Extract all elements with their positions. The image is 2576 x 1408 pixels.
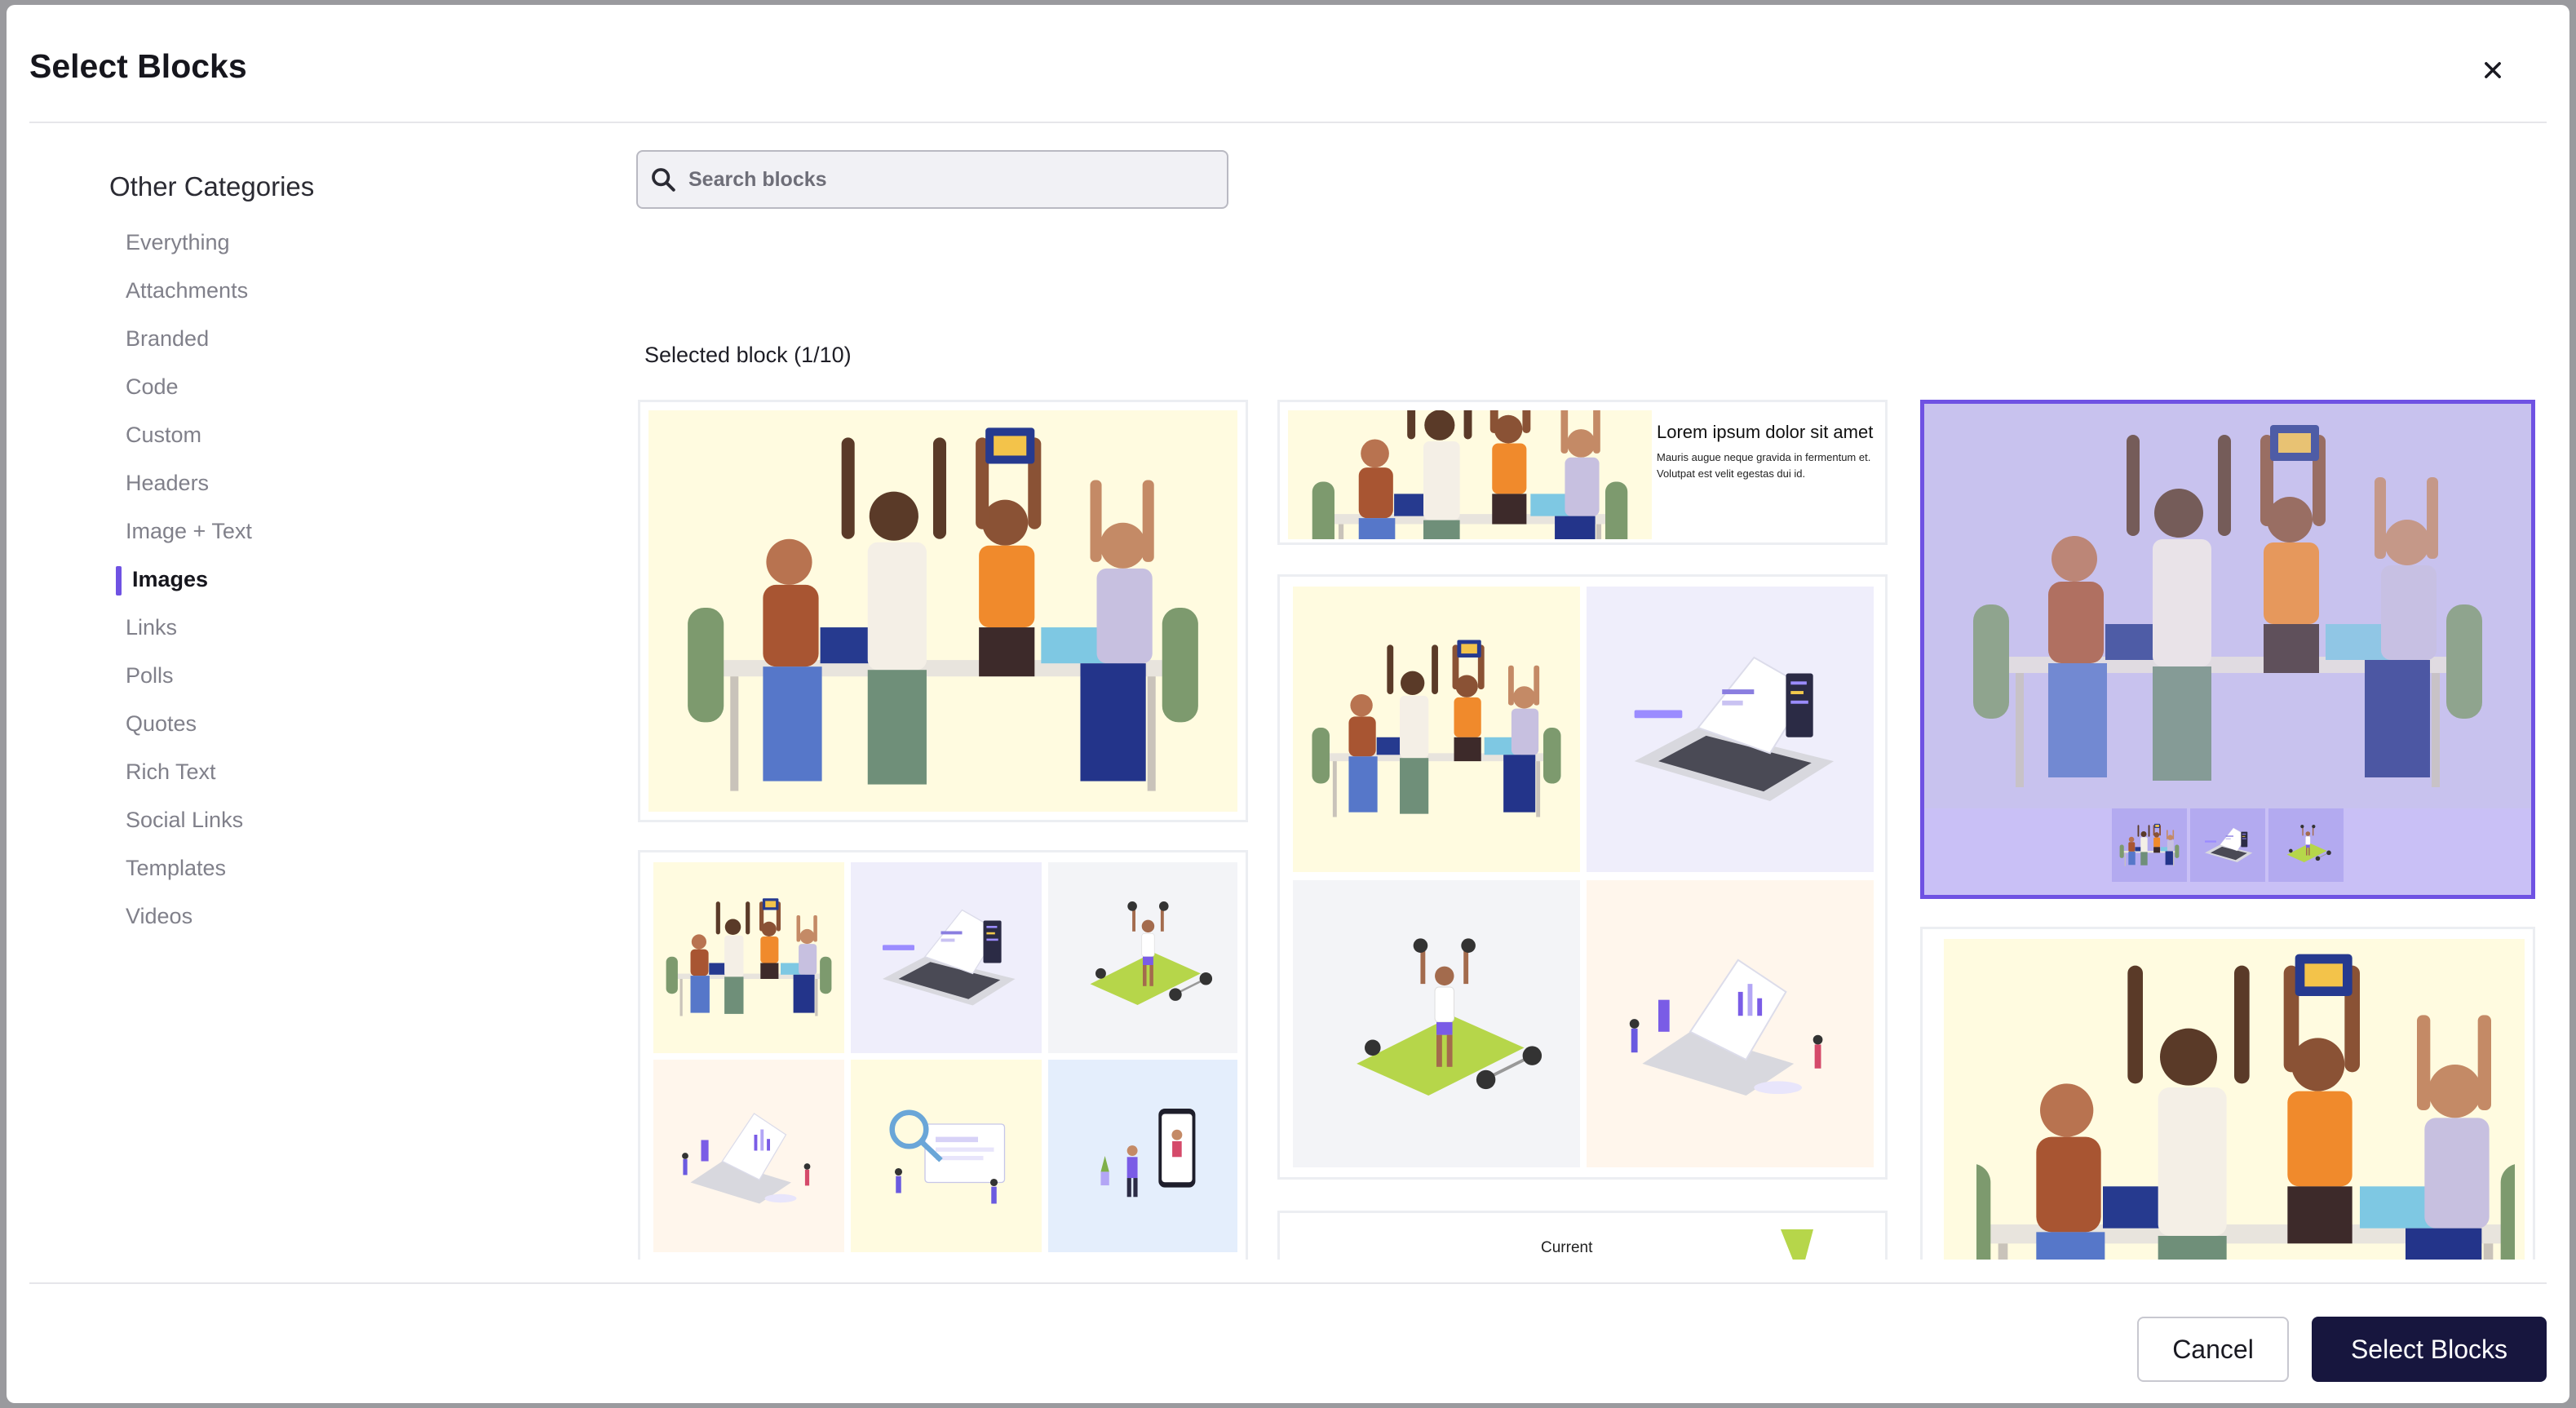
sidebar-item-templates[interactable]: Templates: [109, 844, 566, 892]
sidebar-item-headers[interactable]: Headers: [109, 459, 566, 507]
grid-cell: [1048, 1060, 1237, 1252]
grid-cell: [1587, 880, 1874, 1167]
team-celebration-illustration: [648, 410, 1237, 812]
team-celebration-illustration: [653, 862, 844, 1053]
laptop-illustration: [851, 862, 1042, 1053]
team-thumbnail-icon: [2115, 821, 2184, 870]
search-input[interactable]: [688, 167, 1194, 192]
footer-divider: [29, 1282, 2547, 1284]
image-pane: [1288, 410, 1652, 539]
close-icon: [2485, 62, 2501, 78]
analytics-illustration: [653, 1060, 844, 1252]
fitness-illustration: [1048, 862, 1237, 1053]
sidebar-item-videos[interactable]: Videos: [109, 892, 566, 941]
block-card-single-image[interactable]: [638, 400, 1248, 822]
sidebar-item-images[interactable]: Images: [109, 556, 566, 604]
block-heading: Lorem ipsum dolor sit amet: [1657, 422, 1874, 442]
close-button[interactable]: [2470, 47, 2516, 93]
sidebar-item-code[interactable]: Code: [109, 363, 566, 411]
team-celebration-illustration: [1932, 412, 2523, 804]
block-body: Mauris augue neque gravida in fermentum …: [1657, 451, 1871, 480]
block-card-gallery-selected[interactable]: [1920, 400, 2535, 899]
category-list: Everything Attachments Branded Code Cust…: [109, 219, 566, 941]
sidebar-item-links[interactable]: Links: [109, 604, 566, 652]
research-illustration: [851, 1060, 1042, 1252]
grid-cell: [1048, 862, 1237, 1053]
sidebar-heading: Other Categories: [109, 171, 315, 201]
block-gallery: Lorem ipsum dolor sit amet Mauris augue …: [635, 393, 2548, 1260]
cancel-button[interactable]: Cancel: [2137, 1317, 2289, 1382]
sidebar-item-everything[interactable]: Everything: [109, 219, 566, 267]
thumbnail-item[interactable]: [2190, 808, 2265, 882]
laptop-illustration: [1587, 587, 1874, 872]
grid-cell: [851, 862, 1042, 1053]
grid-cell: [1293, 880, 1580, 1167]
team-celebration-illustration: [1288, 410, 1652, 539]
analytics-illustration: [1587, 880, 1874, 1167]
block-text: Lorem ipsum dolor sit amet Mauris augue …: [1657, 420, 1885, 482]
grid-cell: [1587, 587, 1874, 872]
thumbnail-item[interactable]: [2112, 808, 2187, 882]
thumbnail-item[interactable]: [2268, 808, 2344, 882]
sidebar-item-attachments[interactable]: Attachments: [109, 267, 566, 315]
block-card-image-grid-4[interactable]: [1277, 574, 1888, 1180]
selected-count: Selected block (1/10): [644, 343, 852, 367]
search-icon: [652, 168, 675, 192]
team-celebration-illustration: [1976, 939, 2515, 1260]
block-card-chart[interactable]: Current: [1277, 1211, 1888, 1260]
select-blocks-dialog: Select Blocks Other Categories Everythin…: [7, 5, 2569, 1403]
header-divider: [29, 122, 2547, 123]
sidebar-item-branded[interactable]: Branded: [109, 315, 566, 363]
sidebar-item-rich-text[interactable]: Rich Text: [109, 748, 566, 796]
block-card-large-image[interactable]: [1920, 927, 2535, 1260]
grid-cell: [851, 1060, 1042, 1252]
dialog-title: Select Blocks: [29, 47, 247, 85]
sidebar-item-image-text[interactable]: Image + Text: [109, 507, 566, 556]
thumbnail-row: [2112, 808, 2344, 882]
grid-cell: [1293, 587, 1580, 872]
grid-cell: [653, 862, 844, 1053]
phone-call-illustration: [1048, 1060, 1237, 1252]
team-celebration-illustration: [1293, 587, 1580, 872]
fitness-illustration: [1293, 880, 1580, 1167]
fitness-thumbnail-icon: [2272, 821, 2340, 870]
sidebar-item-polls[interactable]: Polls: [109, 652, 566, 700]
image-pane: [1944, 939, 2525, 1260]
sidebar-item-quotes[interactable]: Quotes: [109, 700, 566, 748]
sidebar-item-social-links[interactable]: Social Links: [109, 796, 566, 844]
sidebar-item-custom[interactable]: Custom: [109, 411, 566, 459]
block-card-image-grid-6[interactable]: [638, 850, 1248, 1260]
select-blocks-button[interactable]: Select Blocks: [2312, 1317, 2547, 1382]
chart-marker-icon: [1280, 1213, 1888, 1260]
grid-cell: [653, 1060, 844, 1252]
laptop-thumbnail-icon: [2193, 821, 2262, 870]
search-box[interactable]: [636, 150, 1228, 209]
block-card-image-text[interactable]: Lorem ipsum dolor sit amet Mauris augue …: [1277, 400, 1888, 545]
